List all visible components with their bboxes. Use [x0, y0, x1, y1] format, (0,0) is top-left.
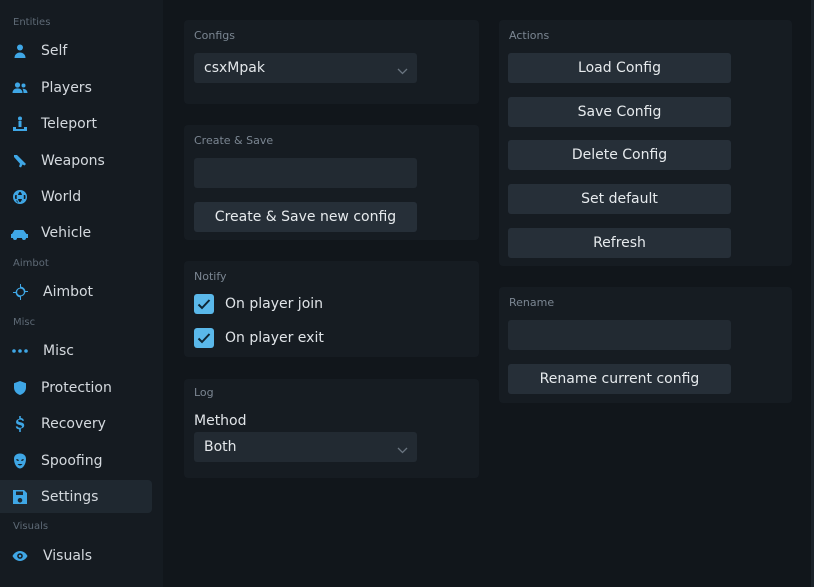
globe-icon: [11, 188, 28, 205]
eye-icon: [11, 547, 28, 564]
sidebar-item-protection[interactable]: Protection: [0, 371, 152, 404]
car-icon: [10, 224, 29, 241]
rename-panel: Rename Rename current config: [499, 287, 792, 403]
notify-player-exit-checkbox[interactable]: On player exit: [194, 328, 324, 348]
panel-title: Rename: [509, 296, 555, 309]
sidebar-item-aimbot[interactable]: Aimbot: [0, 275, 152, 308]
sidebar-item-teleport[interactable]: Teleport: [0, 107, 152, 140]
section-label-entities: Entities: [13, 17, 51, 28]
log-method-select[interactable]: Both: [194, 432, 417, 462]
sidebar-item-label: Recovery: [41, 415, 106, 432]
log-method-value: Both: [204, 439, 237, 455]
panel-title: Create & Save: [194, 134, 274, 147]
section-label-misc: Misc: [13, 317, 36, 328]
sidebar-item-label: World: [41, 188, 82, 205]
method-label: Method: [194, 413, 247, 429]
configs-panel: Configs csxMpak: [184, 20, 479, 104]
crosshair-icon: [11, 283, 28, 300]
sidebar-item-label: Misc: [43, 342, 74, 359]
create-save-panel: Create & Save Create & Save new config: [184, 125, 479, 240]
create-save-config-button[interactable]: Create & Save new config: [194, 202, 417, 232]
notify-panel: Notify On player join On player exit: [184, 261, 479, 357]
panel-title: Configs: [194, 29, 236, 42]
sidebar-item-label: Settings: [41, 488, 99, 505]
log-panel: Log Method Both: [184, 379, 479, 478]
delete-config-button[interactable]: Delete Config: [508, 140, 731, 170]
sidebar: Entities Self Players Teleport Weapons W…: [0, 0, 163, 587]
app-window: Entities Self Players Teleport Weapons W…: [0, 0, 814, 587]
sidebar-item-label: Teleport: [41, 115, 97, 132]
section-label-visuals: Visuals: [13, 521, 49, 532]
sidebar-item-spoofing[interactable]: Spoofing: [0, 444, 152, 477]
user-icon: [11, 42, 28, 59]
set-default-button[interactable]: Set default: [508, 184, 731, 214]
sidebar-item-weapons[interactable]: Weapons: [0, 144, 152, 177]
sidebar-item-label: Vehicle: [41, 224, 92, 241]
users-icon: [11, 79, 28, 96]
sidebar-item-label: Players: [41, 79, 92, 96]
shield-icon: [11, 379, 28, 396]
section-label-aimbot: Aimbot: [13, 258, 49, 269]
chevron-down-icon: [397, 442, 408, 454]
sidebar-item-misc[interactable]: Misc: [0, 334, 152, 367]
checkbox-label: On player exit: [225, 330, 324, 346]
actions-panel: Actions Load Config Save Config Delete C…: [499, 20, 792, 266]
sidebar-item-vehicle[interactable]: Vehicle: [0, 216, 152, 249]
checkmark-icon[interactable]: [194, 328, 214, 348]
panel-title: Notify: [194, 270, 227, 283]
save-config-button[interactable]: Save Config: [508, 97, 731, 127]
notify-player-join-checkbox[interactable]: On player join: [194, 294, 323, 314]
sidebar-item-world[interactable]: World: [0, 180, 152, 213]
config-select-value: csxMpak: [204, 60, 265, 76]
sidebar-item-settings[interactable]: Settings: [0, 480, 152, 513]
save-icon: [11, 488, 28, 505]
chevron-down-icon: [397, 63, 408, 75]
teleport-icon: [11, 115, 28, 132]
checkbox-label: On player join: [225, 296, 324, 312]
gun-icon: [11, 152, 28, 169]
rename-config-button[interactable]: Rename current config: [508, 364, 731, 394]
new-config-name-input[interactable]: [194, 158, 417, 188]
dollar-icon: [11, 415, 28, 432]
load-config-button[interactable]: Load Config: [508, 53, 731, 83]
panel-title: Actions: [509, 29, 550, 42]
sidebar-item-recovery[interactable]: Recovery: [0, 407, 152, 440]
sidebar-item-label: Visuals: [43, 547, 93, 564]
sidebar-item-players[interactable]: Players: [0, 71, 152, 104]
sidebar-item-label: Aimbot: [43, 283, 94, 300]
dots-icon: [11, 342, 28, 359]
sidebar-item-label: Self: [41, 42, 68, 59]
rename-config-input[interactable]: [508, 320, 731, 350]
sidebar-item-self[interactable]: Self: [0, 34, 152, 67]
mask-icon: [11, 452, 28, 469]
main-content: Configs csxMpak Create & Save Create & S…: [163, 0, 814, 587]
sidebar-item-visuals[interactable]: Visuals: [0, 539, 152, 572]
sidebar-item-label: Weapons: [41, 152, 105, 169]
checkmark-icon[interactable]: [194, 294, 214, 314]
sidebar-item-label: Spoofing: [41, 452, 103, 469]
panel-title: Log: [194, 386, 214, 399]
sidebar-item-label: Protection: [41, 379, 112, 396]
config-select[interactable]: csxMpak: [194, 53, 417, 83]
refresh-button[interactable]: Refresh: [508, 228, 731, 258]
